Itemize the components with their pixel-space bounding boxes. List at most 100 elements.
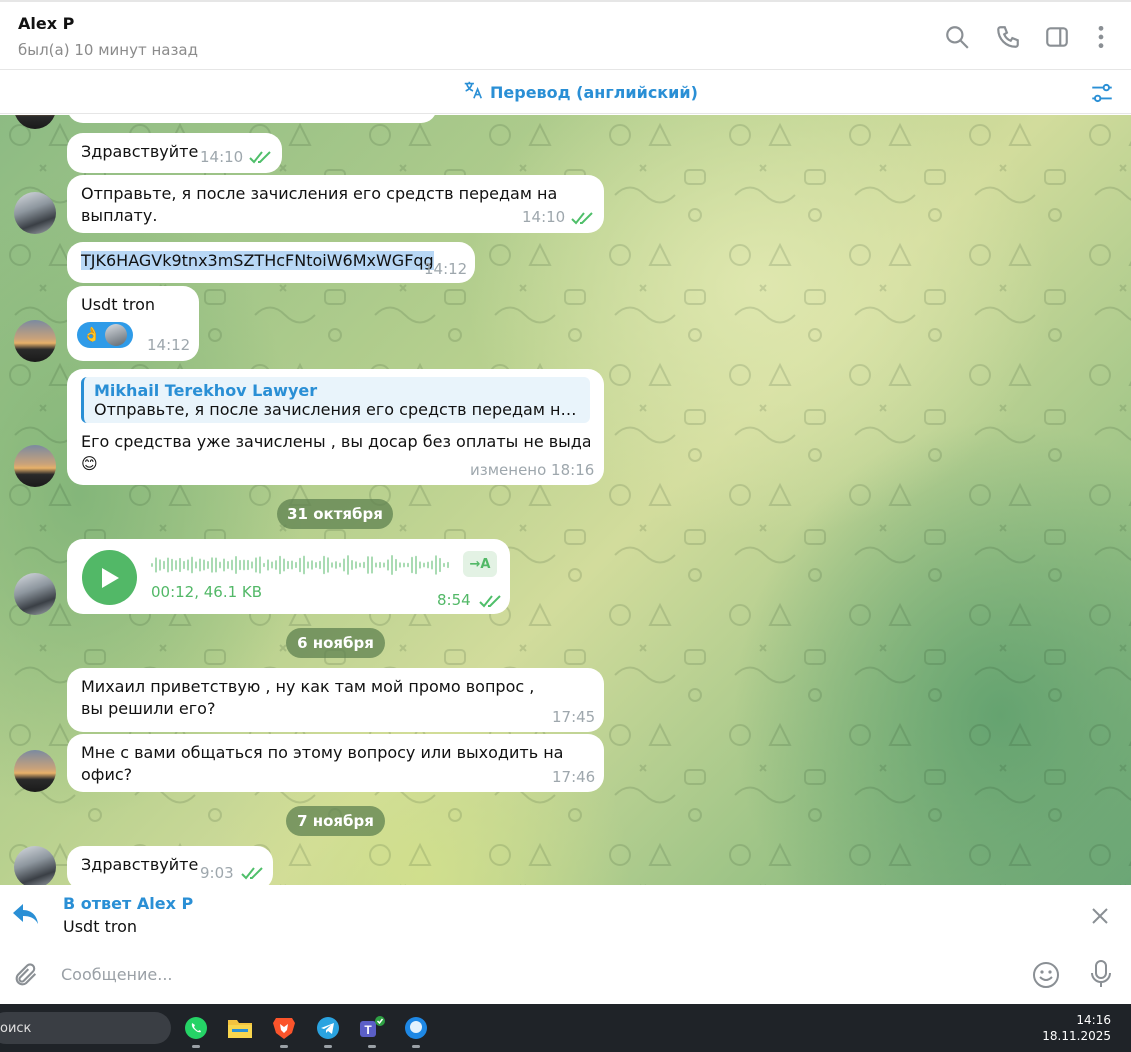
waveform-bar (219, 561, 221, 569)
clock-date: 18.11.2025 (1042, 1029, 1111, 1043)
waveform-bar (391, 555, 393, 575)
waveform-bar (247, 559, 249, 571)
play-button[interactable] (82, 550, 137, 605)
waveform-bar (363, 561, 365, 569)
waveform-bar (403, 562, 405, 568)
play-icon (101, 567, 119, 588)
message-bubble[interactable]: Usdt tron 👌 14:12 (67, 286, 199, 361)
waveform-bar (159, 559, 161, 571)
messenger-icon[interactable] (402, 1014, 430, 1048)
search-icon[interactable] (944, 24, 970, 50)
waveform-bar (239, 559, 241, 571)
avatar[interactable] (14, 320, 56, 362)
sidebar-toggle-icon[interactable] (1044, 24, 1070, 50)
voice-waveform[interactable] (151, 553, 451, 577)
waveform-bar (427, 561, 429, 569)
waveform-bar (227, 561, 229, 569)
waveform-bar (347, 555, 349, 575)
message-time: 17:46 (552, 768, 596, 786)
waveform-bar (371, 556, 373, 574)
date-separator: 31 октября (277, 499, 393, 529)
message-bubble[interactable]: Отправьте, я после зачисления его средст… (67, 175, 604, 233)
waveform-bar (415, 555, 417, 575)
reply-panel-text: Usdt tron (63, 917, 137, 936)
message-text: Михаил приветствую , ну как там мой пром… (81, 677, 535, 718)
reply-panel-title[interactable]: В ответ Alex P (63, 894, 193, 913)
message-text: Его средства уже зачислены , вы досар бе… (81, 432, 590, 451)
waveform-bar (343, 558, 345, 572)
waveform-bar (171, 558, 173, 572)
waveform-bar (167, 557, 169, 573)
reply-quote[interactable]: Mikhail Terekhov Lawyer Отправьте, я пос… (81, 377, 590, 423)
transcribe-button[interactable]: →A (463, 551, 497, 577)
waveform-bar (411, 556, 413, 574)
message-time: 9:03 (200, 864, 234, 882)
double-check-icon (571, 212, 593, 225)
emoji-icon[interactable] (1031, 960, 1061, 990)
microphone-icon[interactable] (1087, 959, 1115, 989)
avatar[interactable] (14, 846, 56, 885)
message-bubble[interactable]: Здравствуйте 9:03 (67, 846, 273, 885)
avatar[interactable] (14, 192, 56, 234)
message-bubble[interactable]: Мне с вами общаться по этому вопросу или… (67, 734, 604, 792)
avatar[interactable] (14, 750, 56, 792)
message-time: 14:12 (147, 336, 191, 354)
waveform-bar (327, 557, 329, 573)
message-text[interactable]: TJK6HAGVk9tnx3mSZTHcFNtoiW6MxWGFqg (81, 251, 434, 270)
whatsapp-icon[interactable] (182, 1014, 210, 1048)
sliders-icon[interactable] (1089, 80, 1115, 106)
message-time: 17:45 (552, 708, 596, 726)
waveform-bar (255, 557, 257, 573)
svg-text:T: T (364, 1023, 372, 1037)
waveform-bar (163, 560, 165, 570)
waveform-bar (207, 560, 209, 570)
avatar[interactable] (14, 445, 56, 487)
reactor-avatar (105, 324, 127, 346)
message-bubble[interactable]: TJK6HAGVk9tnx3mSZTHcFNtoiW6MxWGFqg 14:12 (67, 242, 475, 283)
translate-icon (462, 79, 484, 105)
brave-icon[interactable] (270, 1014, 298, 1048)
message-time: изменено 18:16 (470, 461, 595, 479)
waveform-bar (303, 555, 305, 575)
reply-text: Отправьте, я после зачисления его средст… (94, 400, 580, 419)
clock-time: 14:16 (1076, 1013, 1111, 1027)
contact-name[interactable]: Alex P (18, 14, 74, 33)
taskbar-search[interactable]: оиск (0, 1012, 171, 1044)
message-bubble[interactable]: Mikhail Terekhov Lawyer Отправьте, я пос… (67, 369, 604, 485)
waveform-bar (375, 562, 377, 568)
teams-icon[interactable]: T (358, 1014, 386, 1048)
avatar[interactable] (14, 573, 56, 615)
waveform-bar (395, 558, 397, 572)
close-icon[interactable] (1089, 905, 1111, 927)
waveform-bar (231, 559, 233, 571)
waveform-bar (355, 561, 357, 569)
translate-button[interactable]: Перевод (английский) (462, 78, 698, 106)
reaction-chip[interactable]: 👌 (77, 322, 133, 348)
waveform-bar (359, 562, 361, 568)
waveform-bar (435, 555, 437, 575)
message-time: 8:54 (437, 591, 471, 609)
waveform-bar (175, 560, 177, 570)
file-explorer-icon[interactable] (226, 1014, 254, 1042)
system-clock[interactable]: 14:16 18.11.2025 (1042, 1012, 1111, 1044)
waveform-bar (447, 561, 449, 569)
waveform-bar (331, 562, 333, 568)
voice-message-bubble[interactable]: 00:12, 46.1 KB →A 8:54 (67, 539, 510, 614)
waveform-bar (243, 559, 245, 571)
voice-duration-size: 00:12, 46.1 KB (151, 583, 263, 601)
waveform-bar (235, 556, 237, 574)
waveform-bar (271, 561, 273, 569)
message-input[interactable] (55, 955, 995, 993)
telegram-icon[interactable] (314, 1014, 342, 1048)
date-separator: 7 ноября (286, 806, 385, 836)
waveform-bar (299, 557, 301, 573)
chat-area[interactable]: Здравствуйте 14:10 Отправьте, я после за… (0, 115, 1131, 885)
paperclip-icon[interactable] (12, 961, 40, 989)
more-vertical-icon[interactable] (1088, 24, 1114, 50)
phone-icon[interactable] (995, 24, 1021, 50)
message-bubble[interactable]: Михаил приветствую , ну как там мой пром… (67, 668, 604, 732)
chat-header: Alex P был(а) 10 минут назад (0, 0, 1131, 70)
waveform-bar (283, 558, 285, 572)
message-bubble[interactable]: Здравствуйте 14:10 (67, 133, 282, 173)
message-time: 14:12 (424, 260, 468, 278)
